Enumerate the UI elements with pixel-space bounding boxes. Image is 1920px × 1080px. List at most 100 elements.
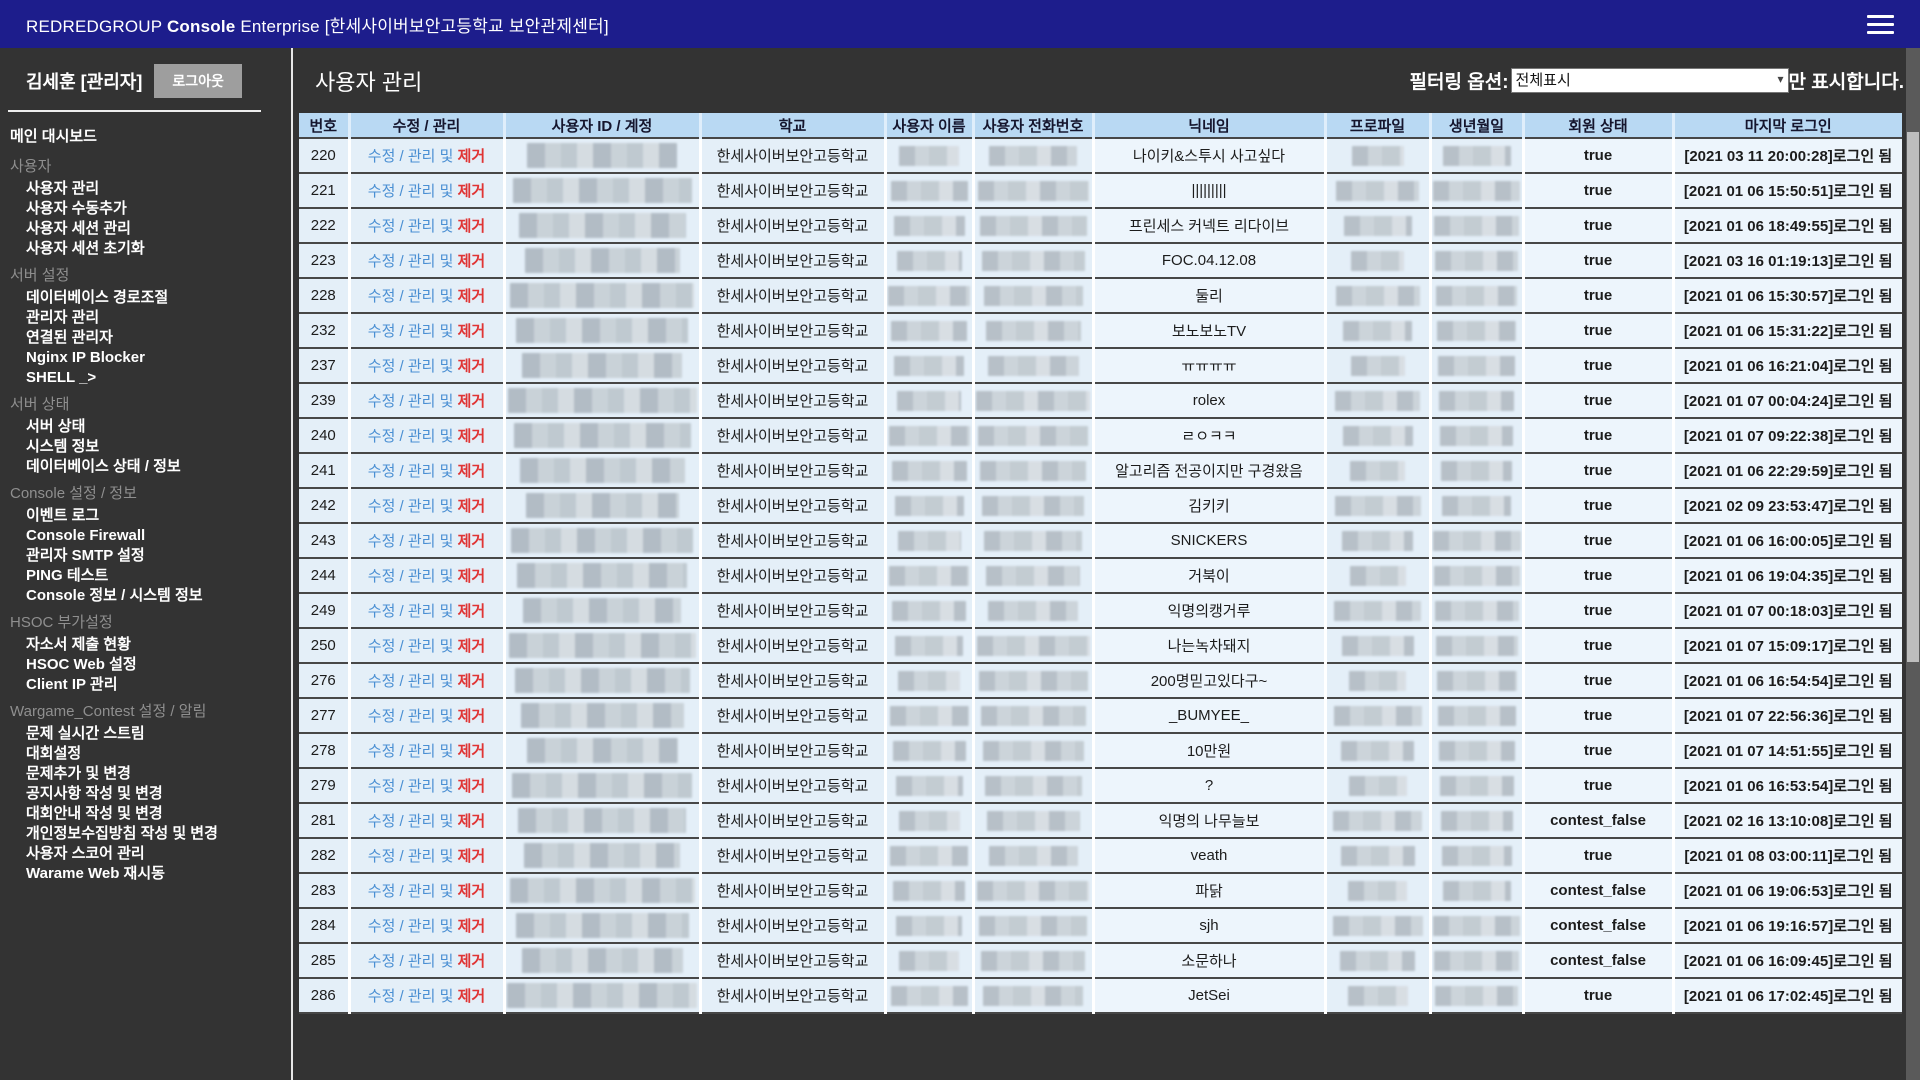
remove-link[interactable]: 제거 [453,253,486,270]
remove-link[interactable]: 제거 [453,463,486,480]
sidebar-item[interactable]: 개인정보수집방침 작성 및 변경 [0,824,291,844]
remove-link[interactable]: 제거 [453,533,486,550]
phone-redacted [973,418,1095,454]
user-id-redacted [504,733,702,769]
sidebar-item[interactable]: SHELL _> [0,368,291,388]
sidebar-item[interactable]: Console Firewall [0,526,291,546]
sidebar-item[interactable]: 서버 상태 [0,417,291,437]
sidebar-item[interactable]: 사용자 세션 관리 [0,219,291,239]
sidebar-item[interactable]: 사용자 세션 초기화 [0,239,291,259]
filter-select[interactable]: 전체표시 [1510,68,1789,93]
redacted-block [1440,425,1513,446]
remove-link[interactable]: 제거 [453,603,486,620]
edit-manage-link[interactable]: 수정 / 관리 및 [368,463,454,480]
member-status-cell: true [1523,383,1675,419]
remove-link[interactable]: 제거 [453,323,486,340]
remove-link[interactable]: 제거 [453,183,486,200]
remove-link[interactable]: 제거 [453,988,486,1005]
edit-manage-link[interactable]: 수정 / 관리 및 [368,288,454,305]
sidebar-item[interactable]: 공지사항 작성 및 변경 [0,784,291,804]
sidebar-item[interactable]: 사용자 수동추가 [0,199,291,219]
sidebar-item[interactable]: PING 테스트 [0,566,291,586]
sidebar-item[interactable]: 관리자 SMTP 설정 [0,546,291,566]
remove-link[interactable]: 제거 [453,883,486,900]
remove-link[interactable]: 제거 [453,813,486,830]
member-status-cell: true [1523,173,1675,209]
sidebar-item[interactable]: 사용자 관리 [0,179,291,199]
remove-link[interactable]: 제거 [453,148,486,165]
member-status-cell: true [1523,523,1675,559]
sidebar-item[interactable]: Warame Web 재시동 [0,864,291,884]
edit-manage-link[interactable]: 수정 / 관리 및 [368,813,454,830]
remove-link[interactable]: 제거 [453,393,486,410]
remove-link[interactable]: 제거 [453,498,486,515]
edit-manage-link[interactable]: 수정 / 관리 및 [368,778,454,795]
edit-manage-link[interactable]: 수정 / 관리 및 [368,953,454,970]
edit-manage-link[interactable]: 수정 / 관리 및 [368,428,454,445]
remove-link[interactable]: 제거 [453,638,486,655]
sidebar-item[interactable]: Client IP 관리 [0,675,291,695]
sidebar-item[interactable]: 대회설정 [0,744,291,764]
remove-link[interactable]: 제거 [453,428,486,445]
user-name-redacted [885,243,975,279]
hamburger-menu-icon[interactable] [1867,14,1894,34]
edit-manage-link[interactable]: 수정 / 관리 및 [368,393,454,410]
edit-manage-link[interactable]: 수정 / 관리 및 [368,883,454,900]
edit-manage-link[interactable]: 수정 / 관리 및 [368,743,454,760]
edit-manage-link[interactable]: 수정 / 관리 및 [368,848,454,865]
sidebar-item[interactable]: 문제추가 및 변경 [0,764,291,784]
sidebar-item[interactable]: 관리자 관리 [0,308,291,328]
sidebar-item[interactable]: 자소서 제출 현황 [0,635,291,655]
user-name-redacted [885,733,975,769]
remove-link[interactable]: 제거 [453,708,486,725]
remove-link[interactable]: 제거 [453,568,486,585]
sidebar-item[interactable]: Nginx IP Blocker [0,348,291,368]
edit-manage-link[interactable]: 수정 / 관리 및 [368,358,454,375]
edit-manage-link[interactable]: 수정 / 관리 및 [368,673,454,690]
sidebar-item[interactable]: 문제 실시간 스트림 [0,724,291,744]
edit-manage-link[interactable]: 수정 / 관리 및 [368,568,454,585]
scrollbar-thumb[interactable] [1907,132,1919,662]
remove-link[interactable]: 제거 [453,358,486,375]
edit-manage-link[interactable]: 수정 / 관리 및 [368,218,454,235]
sidebar-item[interactable]: 시스템 정보 [0,437,291,457]
birthday-redacted [1430,243,1525,279]
birthday-redacted [1430,663,1525,699]
edit-manage-link[interactable]: 수정 / 관리 및 [368,918,454,935]
remove-link[interactable]: 제거 [453,218,486,235]
sidebar-item[interactable]: 연결된 관리자 [0,328,291,348]
sidebar-item[interactable]: HSOC Web 설정 [0,655,291,675]
edit-manage-link[interactable]: 수정 / 관리 및 [368,183,454,200]
edit-manage-link[interactable]: 수정 / 관리 및 [368,603,454,620]
edit-manage-link[interactable]: 수정 / 관리 및 [368,323,454,340]
remove-link[interactable]: 제거 [453,778,486,795]
school-cell: 한세사이버보안고등학교 [700,698,887,734]
remove-link[interactable]: 제거 [453,288,486,305]
edit-manage-link[interactable]: 수정 / 관리 및 [368,533,454,550]
remove-link[interactable]: 제거 [453,848,486,865]
sidebar-item[interactable]: 이벤트 로그 [0,506,291,526]
edit-manage-link[interactable]: 수정 / 관리 및 [368,988,454,1005]
sidebar-item[interactable]: 사용자 스코어 관리 [0,844,291,864]
birthday-redacted [1430,768,1525,804]
sidebar-item[interactable]: 데이터베이스 경로조절 [0,288,291,308]
sidebar-item[interactable]: 대회안내 작성 및 변경 [0,804,291,824]
sidebar-item[interactable]: 데이터베이스 상태 / 정보 [0,457,291,477]
remove-link[interactable]: 제거 [453,673,486,690]
sidebar-item[interactable]: Console 정보 / 시스템 정보 [0,586,291,606]
remove-link[interactable]: 제거 [453,743,486,760]
remove-link[interactable]: 제거 [453,953,486,970]
edit-manage-link[interactable]: 수정 / 관리 및 [368,148,454,165]
remove-link[interactable]: 제거 [453,918,486,935]
edit-manage-link[interactable]: 수정 / 관리 및 [368,708,454,725]
edit-manage-link[interactable]: 수정 / 관리 및 [368,253,454,270]
user-id-redacted [504,803,702,839]
user-id-redacted [504,663,702,699]
sidebar-item-main-dashboard[interactable]: 메인 대시보드 [0,124,291,150]
phone-redacted [973,873,1095,909]
vertical-scrollbar[interactable] [1906,48,1920,1080]
logout-button[interactable]: 로그아웃 [154,64,242,98]
redacted-block [519,458,685,483]
edit-manage-link[interactable]: 수정 / 관리 및 [368,638,454,655]
edit-manage-link[interactable]: 수정 / 관리 및 [368,498,454,515]
